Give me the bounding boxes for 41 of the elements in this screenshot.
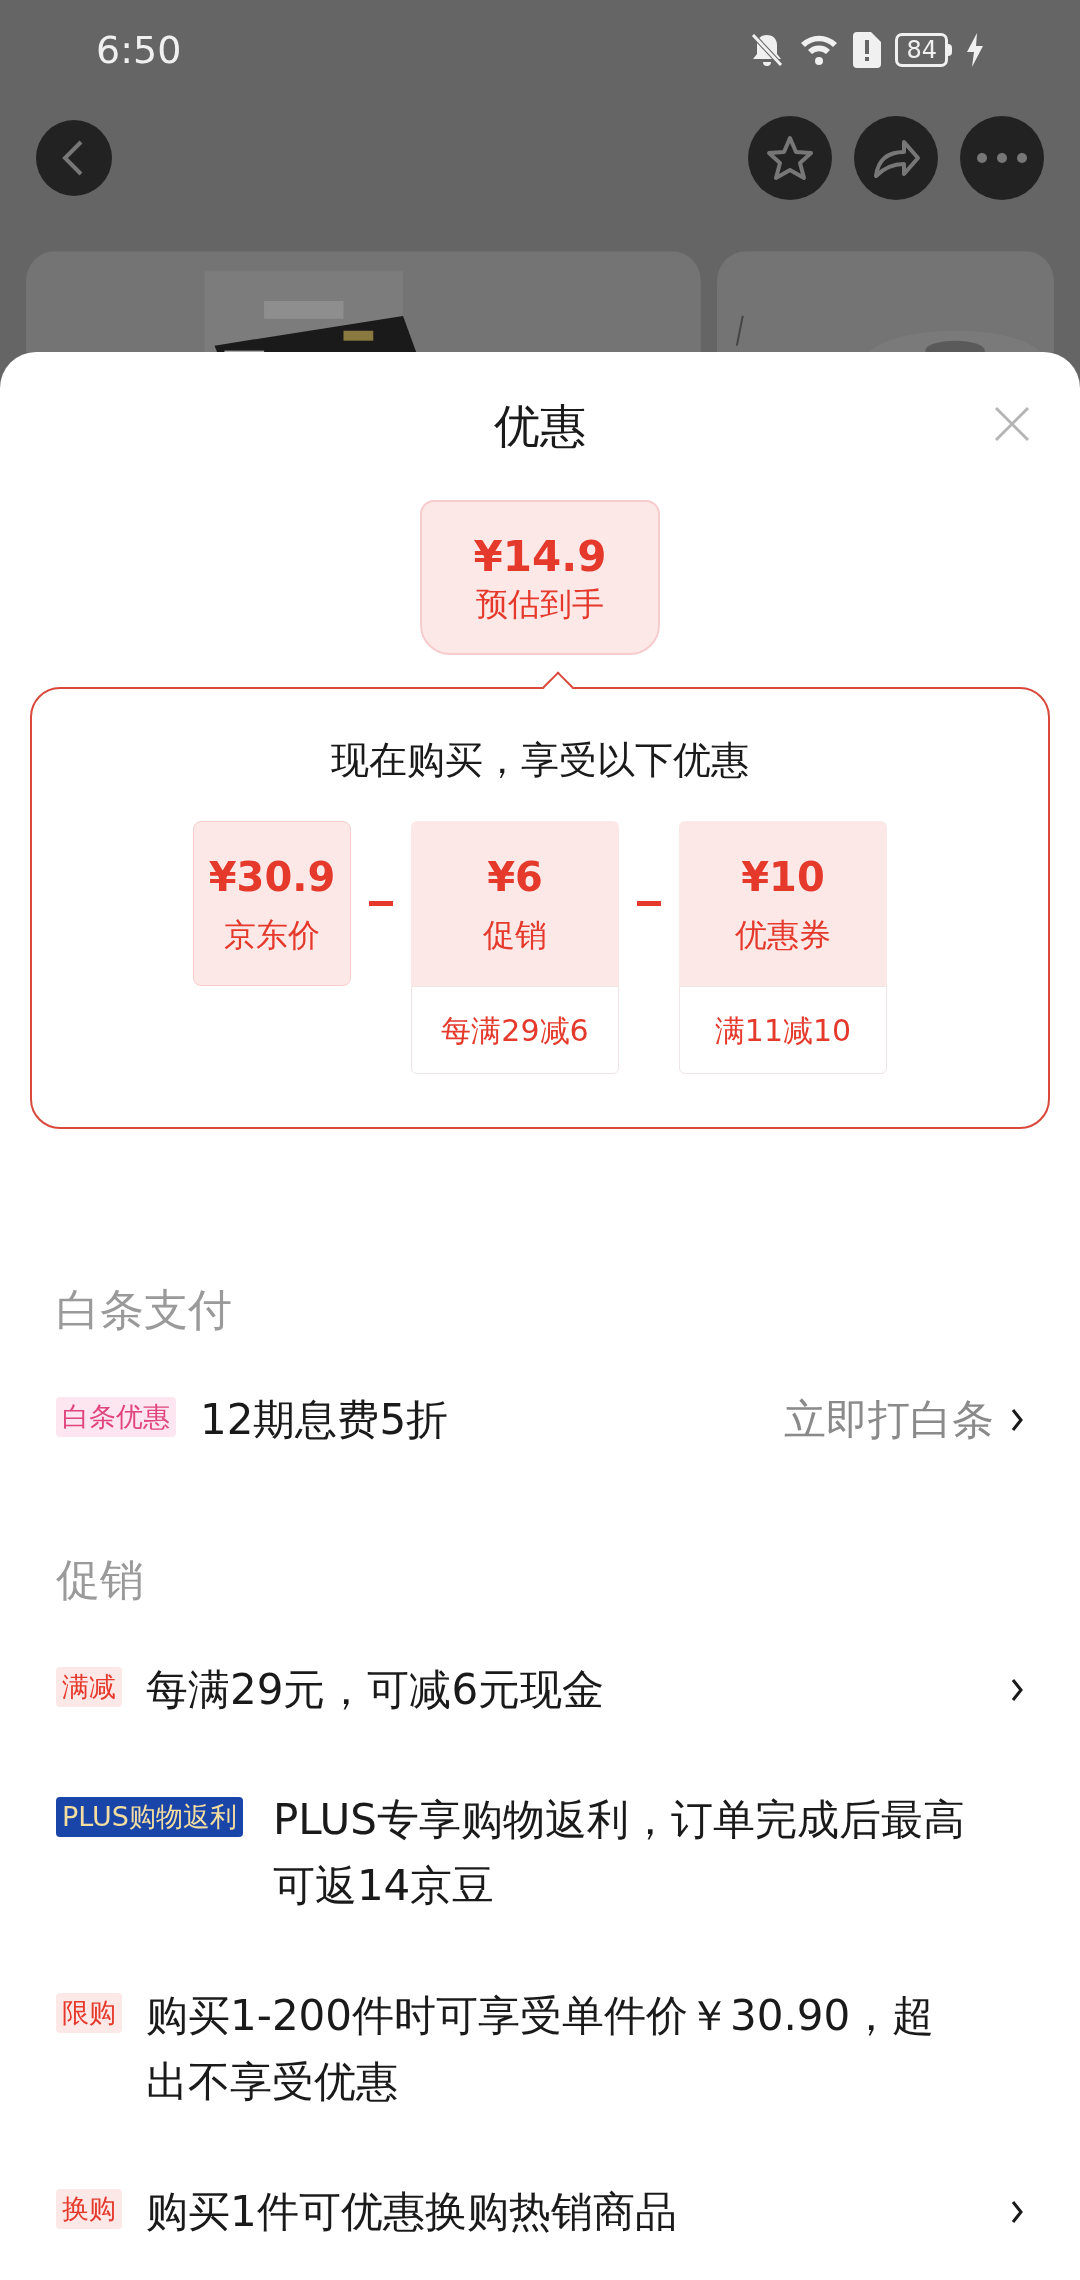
- status-time: 6:50: [96, 26, 182, 74]
- chevron-icon: [1010, 1407, 1024, 1433]
- promotion-tag: 白条优惠: [56, 1397, 176, 1437]
- price-amount: ¥6: [487, 856, 543, 897]
- promotion-text: 购买1件可优惠换购热销商品: [146, 2186, 678, 2238]
- star-icon: [765, 133, 815, 182]
- wifi-icon: [799, 33, 840, 67]
- sheet-title: 优惠: [494, 397, 586, 455]
- promotion-tag: PLUS购物返利: [56, 1797, 243, 1837]
- promotion-tag: 满减: [56, 1667, 122, 1707]
- price-amount: ¥10: [741, 856, 825, 897]
- price-note: 满11减10: [679, 986, 887, 1074]
- more-icon: [977, 152, 1027, 163]
- close-button[interactable]: [992, 404, 1032, 444]
- minus-icon: [637, 901, 661, 906]
- breakdown-heading: 现在购买，享受以下优惠: [331, 741, 749, 779]
- chevron-icon: [1010, 2199, 1024, 2225]
- minus-icon: [369, 901, 393, 906]
- estimated-label: 预估到手: [476, 587, 604, 620]
- price-label: 促销: [483, 918, 547, 951]
- promotion-row[interactable]: PLUS购物返利 PLUS专享购物返利，订单完成后最高可返14京豆: [0, 1755, 1080, 1951]
- charging-icon: [966, 33, 984, 67]
- promotion-text: 购买1-200件时可享受单件价￥30.90，超出不享受优惠: [146, 1990, 936, 2108]
- promotion-tag: 限购: [56, 1993, 122, 2033]
- price-label: 京东价: [224, 918, 320, 951]
- price-note: 每满29减6: [411, 986, 619, 1074]
- promotion-text: PLUS专享购物返利，订单完成后最高可返14京豆: [272, 1794, 966, 1912]
- promotion-text: 每满29元，可减6元现金: [146, 1664, 606, 1716]
- estimated-price: ¥14.9: [473, 535, 607, 578]
- promotion-row[interactable]: 换购 购买1件可优惠换购热销商品: [0, 2147, 1080, 2277]
- promotion-tag: 换购: [56, 2189, 122, 2229]
- promotion-row[interactable]: 白条优惠 12期息费5折 立即打白条: [0, 1355, 1080, 1485]
- sim-alert-icon: [853, 32, 882, 68]
- promotion-text: 12期息费5折: [200, 1394, 450, 1446]
- price-amount: ¥30.9: [208, 856, 336, 897]
- promotion-row[interactable]: 限购 购买1-200件时可享受单件价￥30.90，超出不享受优惠: [0, 1951, 1080, 2147]
- section-title: 促销: [55, 1553, 145, 1607]
- promotion-row[interactable]: 满减 每满29元，可减6元现金: [0, 1625, 1080, 1755]
- price-label: 优惠券: [735, 918, 831, 951]
- chevron-icon: [1010, 1677, 1024, 1703]
- section-title: 白条支付: [55, 1283, 233, 1337]
